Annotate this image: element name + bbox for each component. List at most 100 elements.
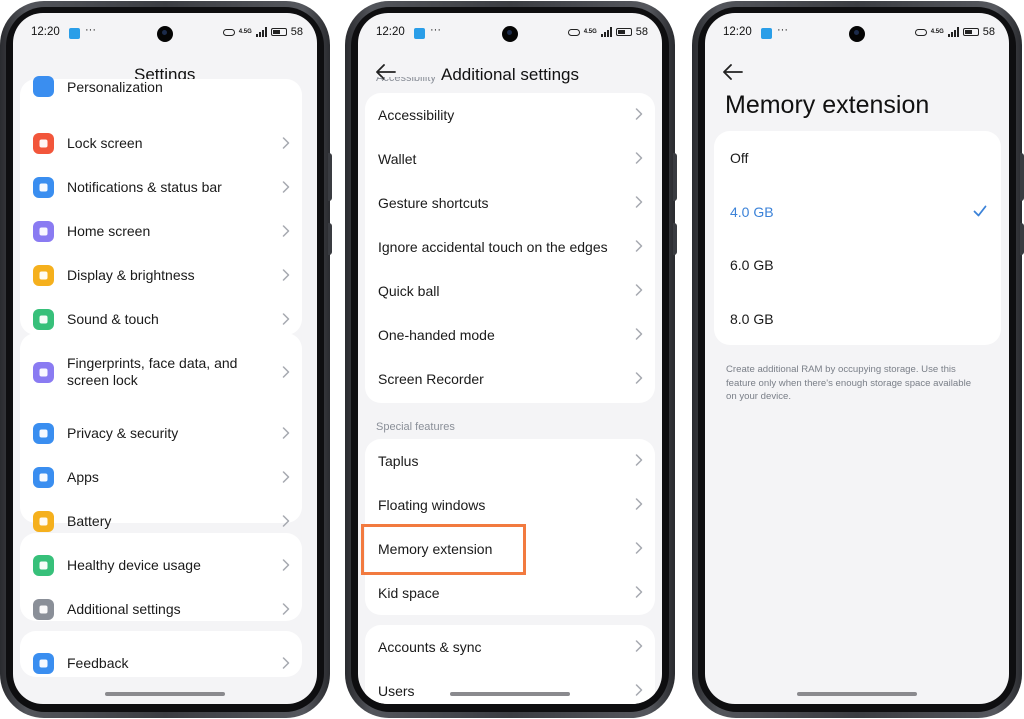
battery-status-icon: [615, 28, 632, 36]
option-label: 8.0 GB: [730, 310, 774, 327]
screen: 12:20 ··· 4.5G 58 Settings Personalizati…: [13, 13, 317, 704]
chevron-right-icon: [282, 137, 290, 149]
checkmark-icon: [973, 205, 987, 216]
memory-option-off[interactable]: Off: [714, 131, 1001, 185]
list-item-label: Gesture shortcuts: [378, 195, 489, 211]
list-item-gesture-shortcuts[interactable]: Gesture shortcuts: [365, 181, 655, 225]
phone-check-icon: [33, 554, 54, 576]
highlight-box: [361, 524, 526, 575]
chevron-right-icon: [635, 284, 643, 296]
list-item-kid-space[interactable]: Kid space: [365, 571, 655, 615]
side-button: [673, 153, 677, 201]
network-type: 4.5G: [238, 29, 252, 35]
list-item-label: Floating windows: [378, 497, 486, 513]
home-indicator[interactable]: [450, 692, 570, 696]
list-item-label: Fingerprints, face data, and screen lock: [67, 355, 238, 388]
memory-option-6-0-gb[interactable]: 6.0 GB: [714, 238, 1001, 292]
telegram-icon: [761, 28, 772, 39]
chevron-right-icon: [635, 454, 643, 466]
more-notifications-icon: ···: [430, 24, 441, 36]
chevron-right-icon: [282, 181, 290, 193]
chevron-right-icon: [282, 559, 290, 571]
page-title: Memory extension: [725, 91, 930, 119]
list-item-fingerprints-face-data-and-screen-lock[interactable]: Fingerprints, face data, and screen lock: [20, 343, 302, 401]
chevron-right-icon: [282, 269, 290, 281]
network-type: 4.5G: [583, 29, 597, 35]
more-icon: [33, 598, 54, 620]
list-item-floating-windows[interactable]: Floating windows: [365, 483, 655, 527]
list-item-ignore-accidental-touch-on-the-edges[interactable]: Ignore accidental touch on the edges: [365, 225, 655, 269]
list-item-label: Healthy device usage: [67, 557, 201, 573]
list-item-quick-ball[interactable]: Quick ball: [365, 269, 655, 313]
chevron-right-icon: [635, 640, 643, 652]
list-item-apps[interactable]: Apps: [20, 455, 302, 499]
list-item-accessibility[interactable]: Accessibility: [365, 93, 655, 137]
chevron-right-icon: [635, 684, 643, 696]
list-item-label: Display & brightness: [67, 267, 195, 283]
list-item-home-screen[interactable]: Home screen: [20, 209, 302, 253]
telegram-icon: [69, 28, 80, 39]
memory-option-4-0-gb[interactable]: 4.0 GB: [714, 185, 1001, 239]
chevron-right-icon: [282, 427, 290, 439]
list-item-label: Privacy & security: [67, 425, 179, 441]
gear-icon: [33, 466, 54, 488]
list-item-users[interactable]: Users: [365, 669, 655, 704]
signal-icon: [600, 27, 612, 37]
link-icon: [914, 28, 927, 36]
question-icon: [33, 652, 54, 674]
chevron-right-icon: [635, 196, 643, 208]
chevron-right-icon: [282, 657, 290, 669]
list-item-label: Personalization: [67, 79, 163, 95]
list-item-label: Quick ball: [378, 283, 440, 299]
section-label-partial: Accessibility: [376, 77, 436, 84]
list-item-label: Wallet: [378, 151, 417, 167]
list-item-personalization[interactable]: Personalization: [20, 65, 302, 109]
option-label: 6.0 GB: [730, 257, 774, 273]
chevron-right-icon: [635, 240, 643, 252]
list-item-display-brightness[interactable]: Display & brightness: [20, 253, 302, 297]
link-icon: [222, 28, 235, 36]
list-item-label: Accessibility: [378, 107, 455, 123]
home-indicator[interactable]: [797, 692, 917, 696]
battery-percent: 58: [290, 26, 303, 38]
side-button: [328, 153, 332, 201]
list-item-one-handed-mode[interactable]: One-handed mode: [365, 313, 655, 357]
settings-group-3: Healthy device usage Additional settings: [20, 533, 302, 621]
list-item-notifications-status-bar[interactable]: Notifications & status bar: [20, 165, 302, 209]
chevron-right-icon: [635, 586, 643, 598]
list-item-healthy-device-usage[interactable]: Healthy device usage: [20, 543, 302, 587]
list-item-screen-recorder[interactable]: Screen Recorder: [365, 357, 655, 401]
list-item-privacy-security[interactable]: Privacy & security: [20, 411, 302, 455]
sun-icon: [33, 264, 54, 286]
memory-option-8-0-gb[interactable]: 8.0 GB: [714, 292, 1001, 346]
status-time: 12:20: [376, 26, 405, 38]
chevron-right-icon: [282, 366, 290, 378]
list-item-feedback[interactable]: Feedback: [20, 641, 302, 685]
home-indicator[interactable]: [105, 692, 225, 696]
signal-icon: [947, 27, 959, 37]
side-button: [328, 223, 332, 255]
settings-group-4: Feedback: [20, 631, 302, 677]
battery-status-icon: [270, 28, 287, 36]
status-time: 12:20: [31, 26, 60, 38]
chevron-right-icon: [635, 108, 643, 120]
list-item-label: Ignore accidental touch on the edges: [378, 239, 608, 255]
back-button[interactable]: [366, 53, 406, 93]
list-item-accounts-sync[interactable]: Accounts & sync: [365, 625, 655, 669]
palette-icon: [33, 76, 54, 97]
list-item-label: Kid space: [378, 585, 440, 601]
list-item-lock-screen[interactable]: Lock screen: [20, 121, 302, 165]
status-bar: 12:20 ··· 4.5G 58: [358, 24, 662, 42]
list-item-wallet[interactable]: Wallet: [365, 137, 655, 181]
network-type: 4.5G: [930, 29, 944, 35]
list-item-additional-settings[interactable]: Additional settings: [20, 587, 302, 631]
additional-group-1: Accessibility Wallet Gesture shortcuts Igno…: [365, 93, 655, 403]
phone-memory-extension: 12:20 ··· 4.5G 58 Memory extension Off 4.…: [692, 1, 1024, 718]
more-notifications-icon: ···: [85, 24, 96, 36]
chevron-right-icon: [635, 152, 643, 164]
list-item-label: Additional settings: [67, 601, 181, 617]
back-button[interactable]: [713, 53, 753, 93]
chevron-right-icon: [282, 313, 290, 325]
list-item-taplus[interactable]: Taplus: [365, 439, 655, 483]
screen: 12:20 ··· 4.5G 58 Memory extension Off 4.…: [705, 13, 1009, 704]
